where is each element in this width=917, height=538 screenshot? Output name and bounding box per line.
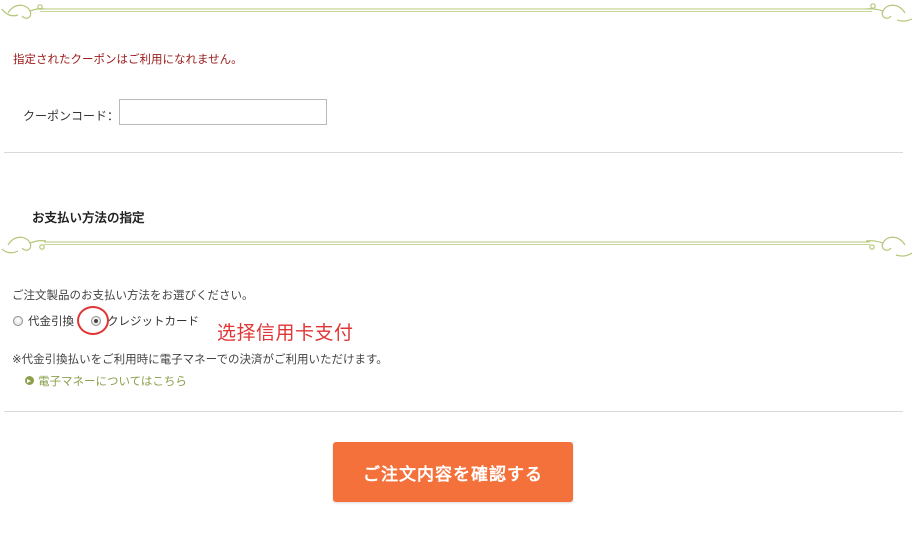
top-vine-divider — [1, 3, 913, 22]
payment-method-heading: お支払い方法の指定 — [32, 210, 145, 225]
section-divider-bottom — [4, 411, 903, 412]
payment-vine-divider — [1, 236, 913, 257]
confirm-order-button[interactable]: ご注文内容を確認する — [333, 442, 573, 502]
coupon-code-label: クーポンコード： — [23, 109, 120, 123]
cod-radio[interactable] — [13, 316, 23, 326]
emoney-info-link[interactable]: 電子マネーについてはこちら — [38, 373, 187, 389]
cod-radio-label[interactable]: 代金引換 — [28, 313, 74, 329]
coupon-error-message: 指定されたクーポンはご利用になれません。 — [13, 52, 243, 66]
credit-card-radio-label[interactable]: クレジットカード — [107, 313, 199, 329]
coupon-code-input[interactable] — [119, 99, 327, 125]
emoney-note: ※代金引換払いをご利用時に電子マネーでの決済がご利用いただけます。 — [12, 352, 388, 366]
payment-intro-text: ご注文製品のお支払い方法をお選びください。 — [12, 288, 254, 302]
annotation-text: 选择信用卡支付 — [217, 322, 354, 344]
annotation-circle — [77, 306, 109, 335]
section-divider — [4, 152, 903, 153]
arrow-circle-icon — [25, 376, 34, 385]
